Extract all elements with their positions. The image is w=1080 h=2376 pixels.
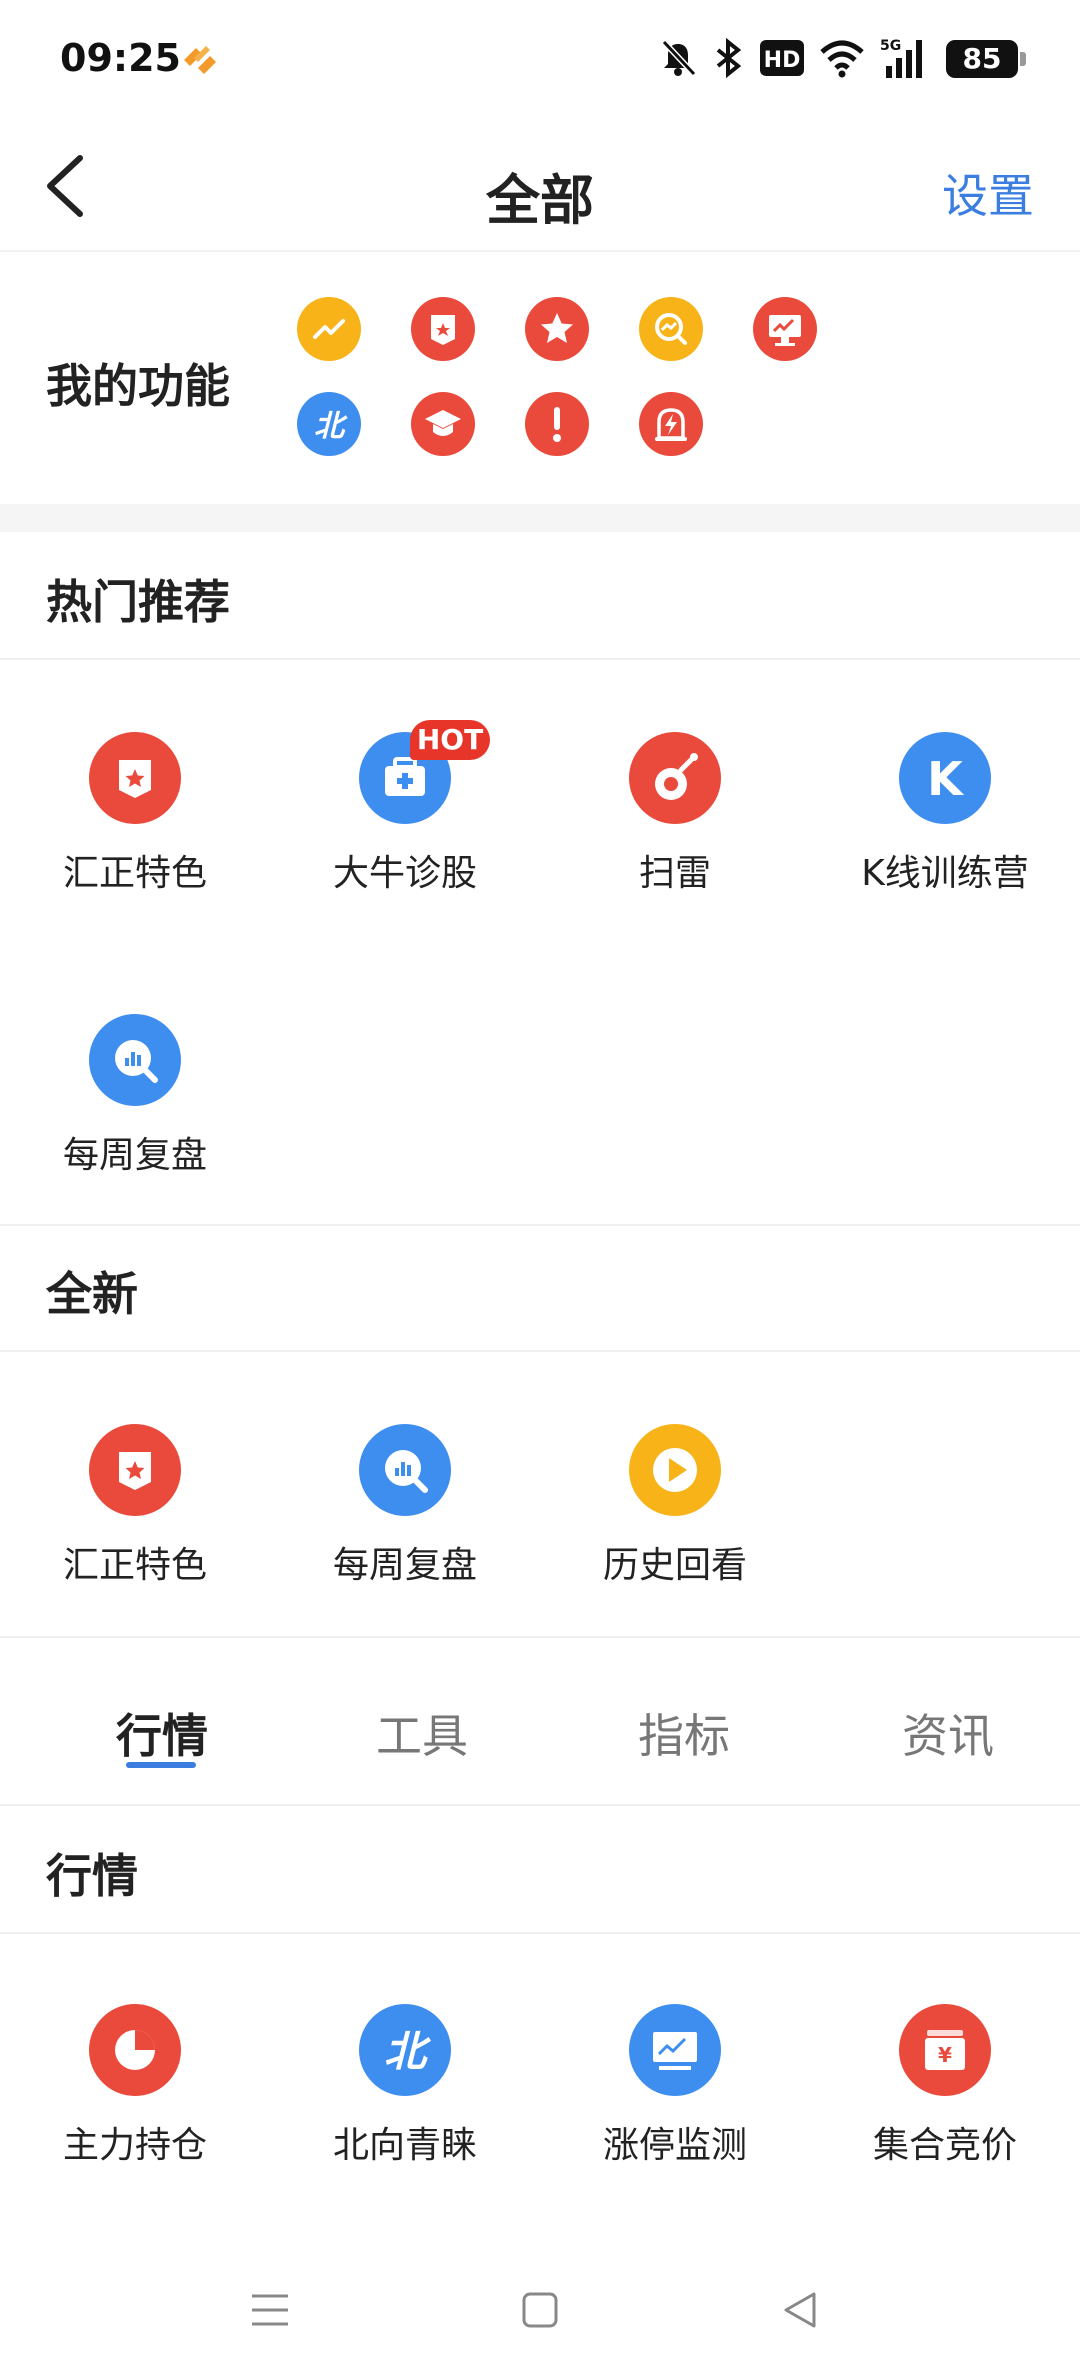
settings-button[interactable]: 设置 — [942, 160, 1034, 226]
category-tabs: 行情 工具 指标 资讯 — [0, 1640, 1080, 1806]
new-section-title: 全新 — [46, 1267, 138, 1321]
divider — [0, 1932, 1080, 1934]
hot-item-label: 扫雷 — [638, 853, 711, 894]
app-notification-icon — [184, 46, 216, 74]
market-item-limit-up[interactable]: 涨停监测 — [540, 2004, 810, 2168]
market-item-main-holdings[interactable]: 主力持仓 — [0, 2004, 270, 2168]
market-item-auction[interactable]: ¥ 集合竞价 — [810, 2004, 1080, 2168]
top-nav-bar: 全部 设置 — [0, 120, 1080, 252]
active-tab-indicator — [126, 1762, 196, 1768]
my-functions-section: 我的功能 北 — [0, 252, 1080, 504]
red-badge-icon — [89, 732, 181, 824]
svg-text:北: 北 — [314, 409, 348, 444]
divider — [0, 1636, 1080, 1638]
market-section-title: 行情 — [46, 1849, 138, 1903]
system-nav-bar — [0, 2260, 1080, 2376]
page-title: 全部 — [486, 169, 594, 232]
market-item-north[interactable]: 北 北向青睐 — [270, 2004, 540, 2168]
trend-icon[interactable] — [297, 297, 361, 361]
divider — [0, 1224, 1080, 1226]
section-gap — [0, 504, 1080, 532]
svg-text:北: 北 — [384, 2027, 431, 2076]
tab-market[interactable]: 行情 — [116, 1700, 208, 1766]
market-item-label: 集合竞价 — [872, 2125, 1017, 2166]
market-item-label: 主力持仓 — [62, 2125, 207, 2166]
mute-icon — [661, 39, 697, 77]
play-icon — [629, 1424, 721, 1516]
red-badge-icon — [89, 1424, 181, 1516]
yuan-box-icon: ¥ — [899, 2004, 991, 2096]
graduate-icon[interactable] — [411, 392, 475, 456]
battery-indicator: 85 — [946, 40, 1026, 78]
menu-icon[interactable] — [250, 2290, 290, 2330]
bomb-icon — [629, 732, 721, 824]
market-item-label: 北向青睐 — [332, 2125, 477, 2166]
status-time: 09:25 — [60, 36, 181, 80]
divider — [0, 1350, 1080, 1352]
hot-item-daniu[interactable]: 大牛诊股 — [270, 732, 540, 896]
new-item-huizheng[interactable]: 汇正特色 — [0, 1424, 270, 1588]
back-triangle-icon[interactable] — [780, 2290, 820, 2330]
svg-text:K: K — [927, 752, 965, 806]
new-item-weekly[interactable]: 每周复盘 — [270, 1424, 540, 1588]
monitor-chart-icon — [629, 2004, 721, 2096]
chart-magnifier-icon — [89, 1014, 181, 1106]
status-icons: HD 5G — [658, 30, 930, 86]
pie-chart-icon — [89, 2004, 181, 2096]
hd-icon: HD — [760, 40, 804, 76]
k-line-icon: K — [899, 732, 991, 824]
wifi-icon — [820, 40, 864, 78]
alert-icon[interactable] — [525, 392, 589, 456]
hot-item-label: 每周复盘 — [62, 1135, 207, 1176]
hot-badge: HOT — [410, 720, 490, 760]
svg-text:¥: ¥ — [938, 2043, 952, 2067]
hot-item-kline[interactable]: K K线训练营 — [810, 732, 1080, 896]
hot-section-title: 热门推荐 — [46, 575, 230, 629]
tab-tools[interactable]: 工具 — [376, 1700, 468, 1766]
hot-item-saolei[interactable]: 扫雷 — [540, 732, 810, 896]
bluetooth-icon — [716, 38, 742, 78]
home-icon[interactable] — [520, 2290, 560, 2330]
north-icon: 北 — [359, 2004, 451, 2096]
divider — [0, 658, 1080, 660]
new-item-label: 每周复盘 — [332, 1545, 477, 1586]
new-item-label: 汇正特色 — [62, 1545, 207, 1586]
screen-chart-icon[interactable] — [753, 297, 817, 361]
svg-text:HD: HD — [764, 48, 801, 73]
star-icon[interactable] — [525, 297, 589, 361]
svg-text:5G: 5G — [880, 38, 901, 54]
hot-item-label: 大牛诊股 — [332, 853, 477, 894]
hot-item-label: K线训练营 — [861, 853, 1029, 894]
hot-item-label: 汇正特色 — [62, 853, 207, 894]
signal-icon: 5G — [880, 38, 922, 78]
lightning-icon[interactable] — [639, 392, 703, 456]
divider — [0, 1804, 1080, 1806]
market-item-label: 涨停监测 — [602, 2125, 747, 2166]
chart-magnifier-icon — [359, 1424, 451, 1516]
new-item-label: 历史回看 — [602, 1545, 747, 1586]
north-icon[interactable]: 北 — [297, 392, 361, 456]
status-bar: 09:25 HD 5G 85 — [0, 0, 1080, 120]
tab-news[interactable]: 资讯 — [902, 1700, 994, 1766]
chart-search-icon[interactable] — [639, 297, 703, 361]
hot-item-weekly[interactable]: 每周复盘 — [0, 1014, 270, 1178]
red-badge-icon[interactable] — [411, 297, 475, 361]
tab-indicators[interactable]: 指标 — [638, 1700, 730, 1766]
my-functions-label: 我的功能 — [46, 359, 230, 413]
new-item-history[interactable]: 历史回看 — [540, 1424, 810, 1588]
hot-item-huizheng[interactable]: 汇正特色 — [0, 732, 270, 896]
